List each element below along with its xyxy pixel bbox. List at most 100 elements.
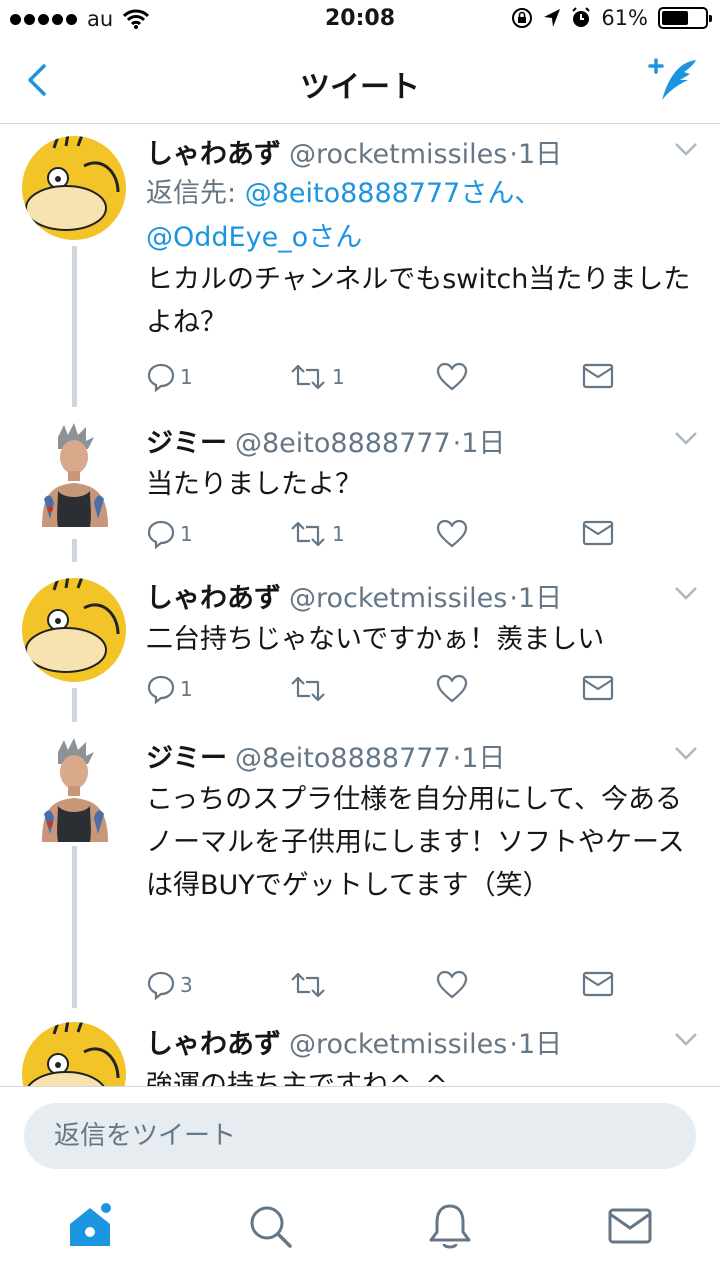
retweet-icon (291, 364, 325, 390)
reply-button[interactable]: 1 (146, 674, 193, 704)
retweet-icon (291, 972, 325, 998)
chevron-down-icon[interactable] (674, 746, 698, 760)
retweet-button[interactable] (288, 674, 332, 704)
thread-line (72, 539, 77, 562)
user-handle[interactable]: @8eito8888777 (235, 743, 451, 774)
location-icon (544, 9, 561, 27)
status-right: 61% (511, 6, 712, 30)
tweet[interactable]: ジミー @8eito8888777·1日 当たりましたよ？ 1 1 (0, 407, 720, 562)
heart-icon[interactable] (436, 674, 468, 704)
tab-bar (0, 1186, 720, 1280)
avatar[interactable] (22, 1022, 126, 1086)
reply-button[interactable]: 1 (146, 519, 193, 549)
user-handle[interactable]: @rocketmissiles (289, 1029, 507, 1060)
mention-link[interactable]: @OddEye_oさん (146, 222, 362, 253)
tweet-text: こっちのスプラ仕様を自分用にして、今あるノーマルを子供用にします！ソフトやケース… (146, 784, 685, 901)
tweet-actions: 1 1 (146, 362, 626, 394)
display-name[interactable]: ジミー (146, 428, 227, 459)
home-icon[interactable] (64, 1200, 116, 1252)
reply-bar (0, 1086, 720, 1186)
tweet-header: ジミー @8eito8888777·1日 (146, 736, 660, 775)
tweet[interactable]: しゃわあず @rocketmissiles·1日 二台持ちじゃないですかぁ！羨まし… (0, 562, 720, 722)
reply-icon (147, 363, 175, 392)
envelope-icon[interactable] (582, 674, 614, 702)
envelope-icon[interactable] (582, 362, 614, 390)
reply-context: 返信先: @8eito8888777さん、 @OddEye_oさん (146, 172, 690, 260)
tweet-text: 強運の持ち主ですね^_^ (146, 1070, 448, 1086)
chevron-down-icon[interactable] (674, 1032, 698, 1046)
reply-count: 1 (180, 522, 193, 546)
avatar[interactable] (22, 136, 126, 240)
status-bar: au 20:08 61% (0, 0, 720, 40)
reply-icon (147, 675, 175, 704)
tweet-header: しゃわあず @rocketmissiles·1日 (146, 1022, 660, 1061)
tweet-time: ·1日 (509, 583, 563, 614)
search-icon[interactable] (244, 1200, 296, 1252)
tweet-actions: 3 (146, 970, 626, 1002)
heart-icon[interactable] (436, 519, 468, 549)
heart-icon[interactable] (436, 970, 468, 1000)
compose-tweet-icon[interactable] (646, 54, 700, 106)
envelope-icon[interactable] (604, 1200, 656, 1252)
reply-prefix: 返信先: (146, 178, 245, 209)
retweet-icon (291, 676, 325, 702)
display-name[interactable]: しゃわあず (146, 583, 281, 614)
conversation-timeline[interactable]: しゃわあず @rocketmissiles·1日 返信先: @8eito88887… (0, 124, 720, 1086)
display-name[interactable]: ジミー (146, 743, 227, 774)
tweet-time: ·1日 (509, 1029, 563, 1060)
user-handle[interactable]: @rocketmissiles (289, 583, 507, 614)
retweet-count: 1 (332, 522, 345, 546)
retweet-button[interactable]: 1 (288, 362, 345, 392)
user-handle[interactable]: @8eito8888777 (235, 428, 451, 459)
tweet-time: ·1日 (509, 139, 563, 170)
reply-button[interactable]: 1 (146, 362, 193, 392)
chevron-down-icon[interactable] (674, 431, 698, 445)
avatar[interactable] (38, 738, 112, 842)
battery-percent: 61% (601, 6, 648, 30)
avatar[interactable] (38, 423, 112, 527)
reply-count: 3 (180, 973, 193, 997)
tweet-header: ジミー @8eito8888777·1日 (146, 421, 660, 460)
alarm-icon (572, 7, 591, 27)
tweet-text: 二台持ちじゃないですかぁ！羨ましい (146, 624, 605, 655)
tweet-header: しゃわあず @rocketmissiles·1日 (146, 576, 660, 615)
reply-icon (147, 520, 175, 549)
avatar[interactable] (22, 578, 126, 682)
thread-line (72, 246, 77, 407)
page-title: ツイート (300, 70, 420, 105)
tweet-actions: 1 (146, 674, 626, 706)
heart-icon[interactable] (436, 362, 468, 392)
retweet-button[interactable] (288, 970, 332, 1000)
retweet-icon (291, 521, 325, 547)
envelope-icon[interactable] (582, 970, 614, 998)
retweet-count: 1 (332, 365, 345, 389)
retweet-button[interactable]: 1 (288, 519, 345, 549)
thread-line (72, 688, 77, 722)
tweet[interactable]: しゃわあず @rocketmissiles·1日 返信先: @8eito88887… (0, 124, 720, 407)
display-name[interactable]: しゃわあず (146, 1029, 281, 1060)
reply-button[interactable]: 3 (146, 970, 193, 1000)
battery-icon (658, 7, 712, 29)
tweet-time: ·1日 (452, 743, 506, 774)
nav-bar: ツイート (0, 40, 720, 124)
mention-link[interactable]: @8eito8888777さん、 (245, 178, 542, 209)
reply-icon (147, 971, 175, 1000)
chevron-down-icon[interactable] (674, 142, 698, 156)
tweet-text: 当たりましたよ？ (146, 469, 362, 500)
reply-count: 1 (180, 677, 193, 701)
reply-count: 1 (180, 365, 193, 389)
tweet-time: ·1日 (452, 428, 506, 459)
tweet-actions: 1 1 (146, 519, 626, 551)
display-name[interactable]: しゃわあず (146, 139, 281, 170)
tweet[interactable]: しゃわあず @rocketmissiles·1日 強運の持ち主ですね^_^ (0, 1008, 720, 1086)
chevron-down-icon[interactable] (674, 586, 698, 600)
reply-input[interactable] (24, 1103, 696, 1169)
tweet-header: しゃわあず @rocketmissiles·1日 (146, 132, 660, 171)
envelope-icon[interactable] (582, 519, 614, 547)
thread-line (72, 846, 77, 1008)
user-handle[interactable]: @rocketmissiles (289, 139, 507, 170)
tweet-text: ヒカルのチャンネルでもswitch当たりましたよね？ (146, 264, 691, 338)
tweet[interactable]: ジミー @8eito8888777·1日 こっちのスプラ仕様を自分用にして、今ある… (0, 722, 720, 1008)
orientation-lock-icon (512, 8, 533, 28)
bell-icon[interactable] (424, 1200, 476, 1252)
